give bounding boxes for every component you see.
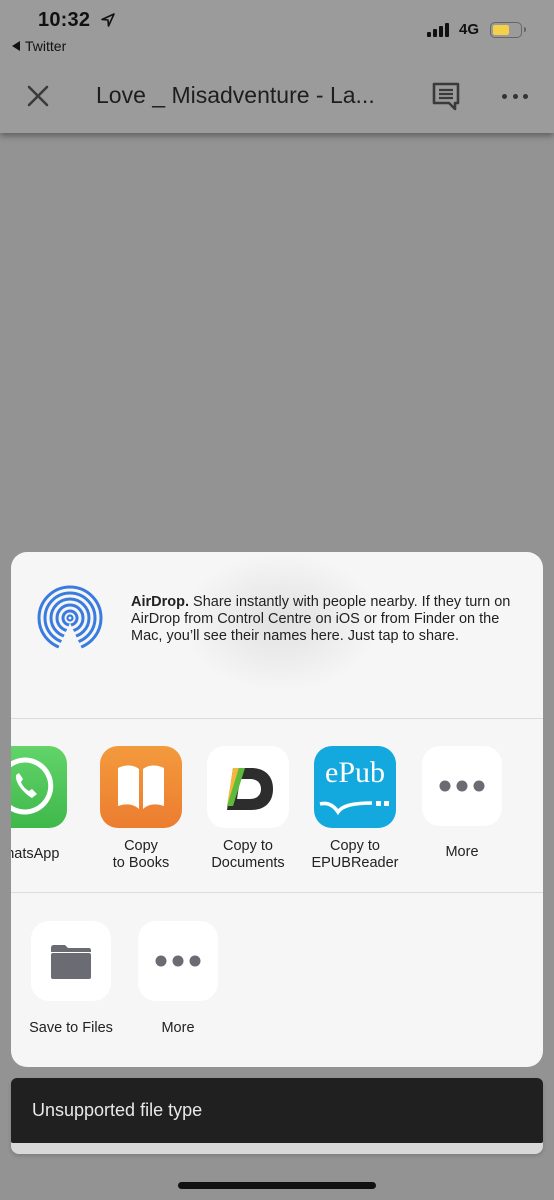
share-app-label: More	[445, 844, 479, 860]
back-to-app-link[interactable]: Twitter	[12, 38, 66, 54]
share-actions-row: Save to Files More	[11, 894, 543, 1067]
status-time: 10:32	[38, 9, 91, 31]
more-icon	[422, 746, 502, 826]
documents-icon	[207, 746, 289, 828]
airdrop-description: AirDrop. Share instantly with people nea…	[131, 594, 526, 645]
cellular-signal-icon	[427, 23, 449, 37]
battery-icon	[490, 22, 526, 38]
whatsapp-icon	[11, 746, 67, 828]
action-save-to-files[interactable]: Save to Files	[16, 921, 126, 1036]
network-type: 4G	[459, 21, 480, 38]
toast-container: Unsupported file type	[11, 1078, 543, 1154]
battery-fill	[493, 25, 509, 35]
share-sheet: AirDrop. Share instantly with people nea…	[11, 552, 543, 1067]
share-apps-row[interactable]: WhatsApp Copy to Books	[11, 720, 543, 893]
share-app-label: WhatsApp	[11, 846, 60, 862]
toast-message: Unsupported file type	[32, 1100, 203, 1120]
more-icon	[138, 921, 218, 1001]
share-app-whatsapp[interactable]: WhatsApp	[11, 746, 76, 863]
back-triangle-icon	[12, 41, 20, 51]
close-button[interactable]	[22, 80, 54, 112]
home-indicator[interactable]	[178, 1182, 376, 1189]
share-app-label: Copy to EPUBReader	[311, 838, 399, 871]
top-bar: 10:32 Twitter 4G Love _ Misadventure - L…	[0, 0, 554, 133]
airdrop-section: AirDrop. Share instantly with people nea…	[11, 552, 543, 719]
close-icon	[27, 85, 49, 107]
books-icon	[100, 746, 182, 828]
comment-button[interactable]	[430, 80, 462, 112]
airdrop-icon	[37, 585, 103, 651]
back-app-label: Twitter	[25, 38, 67, 54]
action-more[interactable]: More	[123, 921, 233, 1036]
share-app-more[interactable]: More	[412, 746, 512, 861]
share-app-label: Copy to Documents	[211, 838, 285, 871]
action-label: Save to Files	[29, 1020, 113, 1036]
more-options-button[interactable]	[502, 86, 528, 106]
action-label: More	[161, 1020, 195, 1036]
location-arrow-icon	[101, 13, 115, 27]
share-app-copy-to-epubreader[interactable]: ePub Copy to EPUBReader	[305, 746, 405, 872]
document-title: Love _ Misadventure - La...	[96, 82, 375, 108]
toast: Unsupported file type	[11, 1078, 543, 1143]
share-app-label: Copy to Books	[112, 838, 170, 871]
folder-icon	[31, 921, 111, 1001]
share-app-copy-to-books[interactable]: Copy to Books	[91, 746, 191, 872]
airdrop-title: AirDrop.	[131, 594, 189, 610]
comment-icon	[432, 82, 460, 111]
share-app-copy-to-documents[interactable]: Copy to Documents	[198, 746, 298, 872]
epub-reader-icon: ePub	[314, 746, 396, 828]
